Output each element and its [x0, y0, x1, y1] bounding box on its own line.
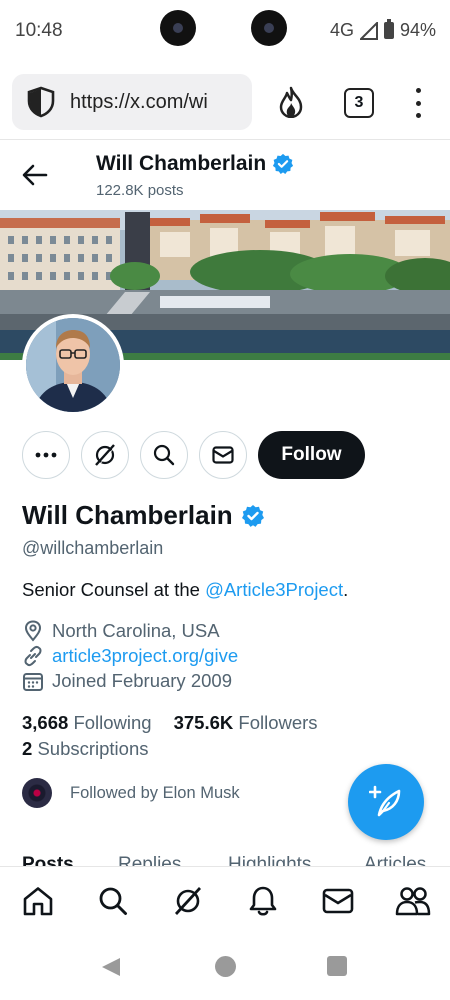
ellipsis-icon	[35, 452, 57, 458]
profile-header: Will Chamberlain 122.8K posts	[0, 140, 450, 210]
tab-highlights[interactable]: Highlights	[228, 854, 311, 866]
followed-by-section[interactable]: Followed by Elon Musk	[22, 778, 240, 808]
battery-level: 94%	[399, 20, 436, 40]
following-count: 3,668	[22, 712, 69, 733]
verified-badge-icon[interactable]	[241, 504, 265, 528]
shield-icon[interactable]	[26, 86, 56, 118]
search-icon	[153, 444, 175, 466]
url-bar[interactable]: https://x.com/wi	[12, 74, 252, 130]
link-icon	[24, 645, 42, 667]
follow-button[interactable]: Follow	[258, 431, 365, 479]
status-time: 10:48	[15, 20, 63, 41]
system-recents-icon[interactable]	[327, 956, 347, 976]
message-button[interactable]	[199, 431, 247, 479]
nav-communities[interactable]	[393, 881, 433, 921]
status-indicators: 4G 94%	[329, 19, 436, 41]
joined-text: Joined February 2009	[52, 670, 232, 691]
location-text: North Carolina, USA	[52, 620, 220, 641]
profile-tabs: Posts Replies Highlights Articles	[0, 852, 450, 866]
compose-post-button[interactable]	[348, 764, 424, 840]
status-bar: 10:48 4G 94%	[0, 0, 450, 62]
back-arrow-icon[interactable]	[22, 164, 48, 186]
profile-actions: Follow	[22, 431, 365, 479]
battery-icon	[383, 19, 394, 39]
profile-joined-date: Joined February 2009	[22, 670, 232, 692]
fire-icon[interactable]	[276, 86, 306, 118]
followers-count: 375.6K	[173, 712, 234, 733]
communities-icon	[395, 886, 430, 915]
nav-search[interactable]	[93, 881, 133, 921]
profile-location: North Carolina, USA	[22, 620, 220, 642]
avatar-photo	[26, 318, 120, 412]
header-title: Will Chamberlain	[96, 152, 294, 176]
grok-icon	[95, 444, 116, 467]
search-posts-button[interactable]	[140, 431, 188, 479]
followers-label: Followers	[238, 712, 318, 733]
profile-website: article3project.org/give	[22, 645, 238, 667]
system-back-icon[interactable]	[100, 956, 122, 978]
calendar-icon	[23, 673, 43, 691]
bell-icon	[249, 886, 276, 916]
followed-by-text: Followed by Elon Musk	[70, 783, 240, 802]
header-post-count: 122.8K posts	[96, 182, 184, 199]
grok-icon	[174, 886, 201, 915]
grok-button[interactable]	[81, 431, 129, 479]
profile-avatar[interactable]	[22, 314, 124, 416]
search-icon	[99, 887, 127, 915]
nav-grok[interactable]	[168, 881, 208, 921]
subscriptions-count: 2	[22, 738, 33, 759]
subscriptions-label: Subscriptions	[37, 738, 149, 759]
camera-cutout	[160, 10, 196, 46]
website-link[interactable]: article3project.org/give	[52, 645, 238, 667]
browser-toolbar: https://x.com/wi 3	[0, 62, 450, 140]
profile-handle: @willchamberlain	[22, 538, 164, 558]
followers-count-link[interactable]: 375.6K Followers	[174, 712, 318, 734]
following-label: Following	[73, 712, 152, 733]
bottom-navigation	[0, 866, 450, 934]
signal-icon	[359, 21, 378, 40]
location-pin-icon	[24, 620, 42, 642]
system-home-icon[interactable]	[215, 956, 236, 977]
tab-articles[interactable]: Articles	[364, 854, 426, 866]
home-icon	[23, 886, 52, 915]
header-name: Will Chamberlain	[96, 152, 267, 175]
tab-count-button[interactable]: 3	[344, 88, 374, 118]
subscriptions-count-link[interactable]: 2 Subscriptions	[22, 738, 149, 760]
following-count-link[interactable]: 3,668 Following	[22, 712, 152, 734]
system-navigation-bar	[0, 934, 450, 1000]
nav-messages[interactable]	[318, 881, 358, 921]
bio-text: Senior Counsel at the	[22, 579, 206, 600]
profile-bio: Senior Counsel at the @Article3Project.	[22, 579, 348, 601]
tab-posts[interactable]: Posts	[22, 854, 74, 866]
network-indicator: 4G	[329, 20, 354, 40]
compose-feather-icon	[369, 785, 401, 817]
bio-mention-link[interactable]: @Article3Project	[205, 579, 343, 600]
more-menu-button[interactable]	[412, 88, 424, 118]
nav-notifications[interactable]	[243, 881, 283, 921]
tab-replies[interactable]: Replies	[118, 854, 181, 866]
follower-avatar	[22, 778, 52, 808]
more-options-button[interactable]	[22, 431, 70, 479]
follow-counts: 3,668 Following 375.6K Followers	[22, 712, 318, 734]
bio-suffix: .	[343, 579, 349, 600]
display-name-text: Will Chamberlain	[22, 500, 233, 530]
url-text[interactable]: https://x.com/wi	[70, 91, 208, 114]
camera-cutout	[251, 10, 287, 46]
verified-badge-icon	[273, 153, 294, 174]
nav-home[interactable]	[18, 881, 58, 921]
envelope-icon	[212, 446, 234, 464]
profile-display-name: Will Chamberlain	[22, 500, 265, 531]
envelope-icon	[322, 888, 353, 913]
